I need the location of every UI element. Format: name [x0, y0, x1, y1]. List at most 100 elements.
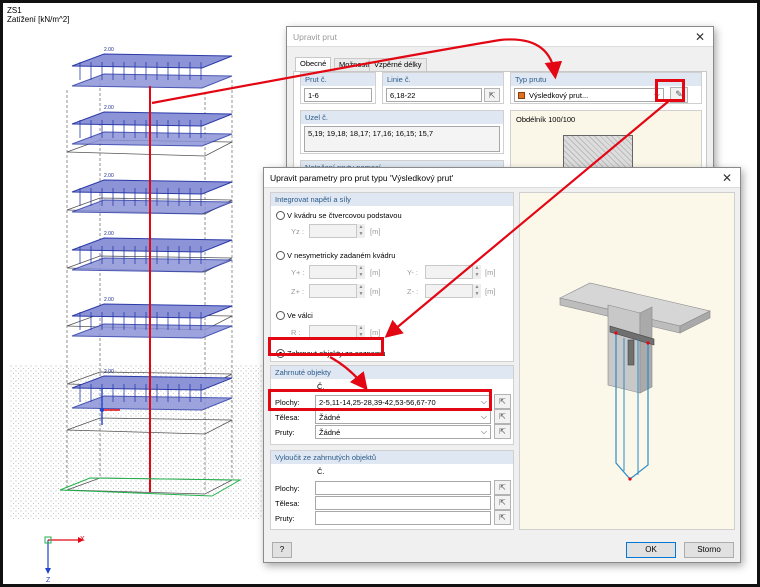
highlight-include-from-list — [268, 337, 384, 356]
r-unit: [m] — [370, 328, 381, 337]
chevron-down-icon: ⌵ — [480, 412, 487, 421]
load-case-name: ZS1 — [7, 6, 22, 15]
label-cylinder: Ve válci — [287, 311, 313, 320]
line-no-group: Linie č. 6,18-22 ⇱ — [382, 72, 504, 104]
label-y-plus: Y+ : — [291, 268, 305, 277]
edit-member-title: Upravit prut — [293, 32, 337, 42]
label-excluded-surfaces: Plochy: — [275, 484, 300, 493]
edit-member-title-bar: Upravit prut ✕ — [287, 27, 713, 47]
highlight-surfaces-combo — [268, 389, 492, 411]
solids-value: Žádné — [319, 413, 341, 422]
global-axes-icon — [44, 536, 84, 574]
z-minus-spinner[interactable]: ▲ ▼ — [472, 284, 481, 298]
pick-line-button[interactable]: ⇱ — [484, 88, 500, 102]
load-value-label: 2.00 — [104, 297, 114, 303]
line-no-field[interactable]: 6,18-22 — [386, 88, 482, 102]
z-plus-unit: [m] — [370, 287, 381, 296]
radio-cylinder[interactable] — [276, 311, 285, 320]
member-no-label: Prut č. — [301, 73, 375, 86]
surface-load-block: 2.00 — [71, 231, 233, 273]
tab-general[interactable]: Obecné — [295, 57, 332, 71]
label-z-plus: Z+ : — [291, 287, 305, 296]
close-icon[interactable]: ✕ — [720, 171, 734, 185]
pick-excluded-members-button[interactable]: ⇱ — [494, 510, 511, 525]
line-no-label: Linie č. — [383, 73, 503, 86]
load-case-unit: Zatížení [kN/m^2] — [7, 15, 70, 24]
excluded-surfaces-field[interactable] — [315, 481, 491, 495]
member-no-field[interactable]: 1-6 — [304, 88, 372, 102]
member-no-group: Prut č. 1-6 — [300, 72, 376, 104]
excluded-header: Vyloučit ze zahrnutých objektů — [271, 451, 513, 464]
surface-load-block: 2.00 — [71, 105, 233, 147]
label-solids: Tělesa: — [275, 413, 300, 422]
excluded-members-field[interactable] — [315, 511, 491, 525]
excluded-solids-field[interactable] — [315, 496, 491, 510]
label-yz: Yz : — [291, 227, 304, 236]
section-label: Obdélník 100/100 — [516, 115, 576, 124]
load-value-label: 2.00 — [104, 105, 114, 111]
chevron-down-icon: ⌵ — [480, 427, 487, 436]
help-button[interactable]: ? — [272, 542, 292, 558]
params-title: Upravit parametry pro prut typu 'Výsledk… — [270, 173, 454, 183]
y-plus-spinner[interactable]: ▲ ▼ — [356, 265, 365, 279]
yz-spinner[interactable]: ▲ ▼ — [356, 224, 365, 238]
load-value-label: 2.00 — [104, 173, 114, 179]
members-value: Žádné — [319, 428, 341, 437]
z-plus-spinner[interactable]: ▲ ▼ — [356, 284, 365, 298]
label-y-minus: Y- : — [407, 268, 418, 277]
result-member-preview — [519, 192, 735, 530]
cancel-button[interactable]: Storno — [684, 542, 734, 558]
included-header: Zahrnuté objekty — [271, 366, 513, 379]
tab-buckling-lengths[interactable]: Vzpěrné délky — [369, 58, 427, 71]
excluded-objects-group: Vyloučit ze zahrnutých objektů Č. Plochy… — [270, 450, 514, 530]
load-value-label: 2.00 — [104, 369, 114, 375]
solids-combo[interactable]: Žádné ⌵ — [315, 410, 491, 424]
t-section-illustration — [559, 282, 711, 481]
surface-load-block: 2.00 — [71, 297, 233, 339]
y-plus-unit: [m] — [370, 268, 381, 277]
edit-member-dialog: Upravit prut ✕ Obecné Možnosti Vzpěrné d… — [286, 26, 714, 190]
ok-button[interactable]: OK — [626, 542, 676, 558]
tab-options[interactable]: Možnosti — [334, 58, 375, 71]
member-type-value: Výsledkový prut... — [529, 91, 589, 100]
pick-solids-button[interactable]: ⇱ — [494, 409, 511, 424]
result-member-params-dialog: Upravit parametry pro prut typu 'Výsledk… — [263, 167, 741, 563]
label-excluded-solids: Tělesa: — [275, 499, 300, 508]
surface-load-block: 2.00 — [71, 173, 233, 215]
nodes-group: Uzel č. 5,19; 19,18; 18,17; 17,16; 16,15… — [300, 110, 504, 154]
radio-asym-cuboid[interactable] — [276, 251, 285, 260]
member-type-color-icon — [518, 92, 525, 99]
highlight-member-type-button — [655, 79, 685, 102]
close-icon[interactable]: ✕ — [693, 30, 707, 44]
label-r: R : — [291, 328, 301, 337]
yz-unit: [m] — [370, 227, 381, 236]
members-combo[interactable]: Žádné ⌵ — [315, 425, 491, 439]
radio-square-cuboid[interactable] — [276, 211, 285, 220]
axis-x-label: X — [80, 536, 85, 543]
general-tab-panel: Prut č. 1-6 Linie č. 6,18-22 ⇱ Typ prutu… — [293, 71, 707, 190]
pick-excluded-surfaces-button[interactable]: ⇱ — [494, 480, 511, 495]
label-z-minus: Z- : — [407, 287, 419, 296]
y-minus-spinner[interactable]: ▲ ▼ — [472, 265, 481, 279]
axis-z-label: Z — [46, 577, 51, 584]
pick-surfaces-button[interactable]: ⇱ — [494, 394, 511, 409]
label-members: Pruty: — [275, 428, 295, 437]
y-minus-unit: [m] — [485, 268, 496, 277]
nodes-field[interactable]: 5,19; 19,18; 18,17; 17,16; 16,15; 15,7 — [304, 126, 500, 152]
nodes-label: Uzel č. — [301, 111, 503, 124]
member-type-combo[interactable]: Výsledkový prut... ⌵ — [514, 88, 664, 102]
excluded-col-no: Č. — [317, 467, 325, 476]
pick-excluded-solids-button[interactable]: ⇱ — [494, 495, 511, 510]
surface-load-block: 2.00 — [71, 47, 233, 89]
load-value-label: 2.00 — [104, 231, 114, 237]
load-value-label: 2.00 — [104, 47, 114, 53]
integrate-header: Integrovat napětí a síly — [271, 193, 513, 206]
label-asym-cuboid: V nesymetricky zadaném kvádru — [287, 251, 396, 260]
window-top-edge — [0, 0, 760, 3]
load-case-info: ZS1 Zatížení [kN/m^2] — [7, 6, 69, 24]
pick-members-button[interactable]: ⇱ — [494, 424, 511, 439]
params-title-bar: Upravit parametry pro prut typu 'Výsledk… — [264, 168, 740, 188]
label-excluded-members: Pruty: — [275, 514, 295, 523]
z-minus-unit: [m] — [485, 287, 496, 296]
label-square-cuboid: V kvádru se čtvercovou podstavou — [287, 211, 402, 220]
